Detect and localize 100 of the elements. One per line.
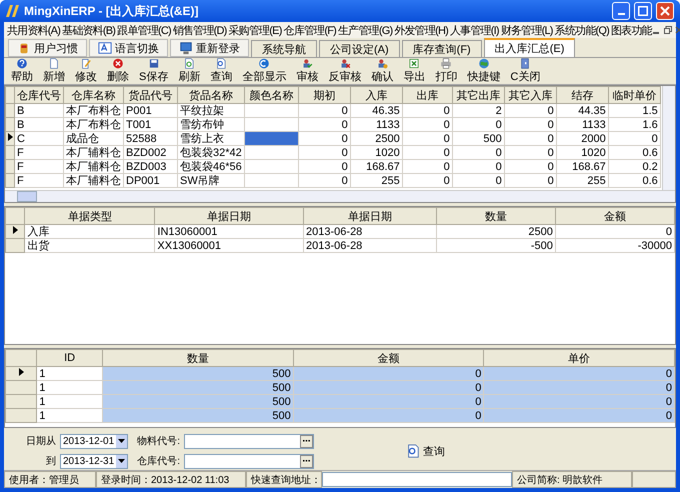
table-cell: 0 bbox=[402, 132, 452, 146]
table-cell: T001 bbox=[124, 118, 178, 132]
table-cell: 1.6 bbox=[608, 118, 660, 132]
showall-button[interactable]: 全部显示 bbox=[237, 58, 292, 84]
column-header[interactable]: 结存 bbox=[556, 86, 608, 104]
language-button[interactable]: 语言切换 bbox=[89, 39, 168, 57]
column-header[interactable]: 其它出库 bbox=[452, 86, 504, 104]
query-button[interactable]: 查询 bbox=[400, 442, 451, 460]
column-header[interactable]: 单据日期 bbox=[304, 208, 436, 224]
tab[interactable]: 公司设定(A) bbox=[319, 40, 400, 57]
column-header[interactable]: 货品代号 bbox=[124, 86, 178, 104]
menu-item[interactable]: 跟单管理(C) bbox=[116, 22, 172, 38]
quick-query-label: 快速查询地址： bbox=[246, 471, 322, 488]
column-header[interactable]: 单据类型 bbox=[24, 208, 155, 224]
menu-item[interactable]: 系统功能(Q) bbox=[554, 22, 610, 38]
table-cell: 52588 bbox=[124, 132, 178, 146]
user-button[interactable]: 用户习惯 bbox=[8, 39, 87, 57]
column-header[interactable]: 入库 bbox=[350, 86, 402, 104]
column-header[interactable]: 数量 bbox=[436, 208, 556, 224]
table-cell: 0 bbox=[484, 408, 674, 422]
minimize-button[interactable] bbox=[612, 2, 630, 20]
column-header[interactable]: 期初 bbox=[298, 86, 350, 104]
table-cell: 0 bbox=[402, 174, 452, 188]
column-header[interactable]: 金额 bbox=[293, 350, 484, 366]
warehouse-code-field[interactable] bbox=[184, 454, 314, 468]
table-cell: 雪纺上衣 bbox=[178, 132, 244, 146]
menu-item[interactable]: 仓库管理(F) bbox=[282, 22, 338, 38]
delete-button[interactable]: 删除 bbox=[102, 58, 134, 84]
column-header[interactable]: 临时单价 bbox=[608, 86, 660, 104]
menu-item[interactable]: 人事管理(I) bbox=[449, 22, 500, 38]
table-cell: 2013-06-28 bbox=[304, 238, 436, 252]
column-header[interactable]: 金额 bbox=[555, 208, 674, 224]
close-button[interactable]: C关闭 bbox=[505, 58, 546, 84]
unapprove-button[interactable]: 反审核 bbox=[323, 58, 366, 84]
column-header[interactable]: 颜色名称 bbox=[244, 86, 298, 104]
ellipsis-button[interactable] bbox=[300, 454, 313, 468]
column-header[interactable]: 出库 bbox=[402, 86, 452, 104]
table-cell: 0 bbox=[504, 146, 556, 160]
menu-item[interactable]: 生产管理(G) bbox=[337, 22, 394, 38]
edit-icon bbox=[79, 58, 93, 69]
ellipsis-button[interactable] bbox=[300, 434, 313, 448]
table-cell: 500 bbox=[102, 366, 294, 380]
help-button[interactable]: 帮助 bbox=[6, 58, 38, 84]
close-button[interactable] bbox=[656, 2, 674, 20]
menu-item[interactable]: 销售管理(D) bbox=[172, 22, 228, 38]
relogin-button[interactable]: 重新登录 bbox=[170, 39, 249, 57]
restore-icon[interactable] bbox=[664, 26, 672, 34]
new-button[interactable]: 新增 bbox=[38, 58, 70, 84]
column-header[interactable]: 其它入库 bbox=[504, 86, 556, 104]
confirm-button[interactable]: 确认 bbox=[366, 58, 398, 84]
table-cell: 2500 bbox=[436, 224, 556, 238]
table-cell: 500 bbox=[102, 408, 294, 422]
date-from-dropdown[interactable]: 2013-12-01 bbox=[60, 434, 128, 448]
table-cell: 1133 bbox=[350, 118, 402, 132]
menu-item[interactable]: 共用资料(A) bbox=[6, 22, 62, 38]
table-cell: 1 bbox=[36, 408, 103, 422]
quick-query-field[interactable] bbox=[322, 472, 512, 487]
table-cell: C bbox=[14, 132, 64, 146]
table-cell: 0 bbox=[293, 408, 484, 422]
print-icon bbox=[439, 58, 454, 69]
column-header[interactable]: 单据日期 bbox=[154, 208, 304, 224]
material-code-field[interactable] bbox=[184, 434, 314, 448]
maximize-button[interactable] bbox=[634, 2, 652, 20]
shortcut-button[interactable]: 快捷键 bbox=[462, 58, 506, 84]
date-from-label: 日期从 bbox=[25, 434, 57, 448]
approve-button[interactable]: 审核 bbox=[291, 58, 324, 84]
date-to-dropdown[interactable]: 2013-12-31 bbox=[60, 454, 128, 468]
menu-item[interactable]: 基础资料(B) bbox=[61, 22, 116, 38]
tab[interactable]: 系统导航 bbox=[251, 40, 317, 57]
menu-item[interactable]: 财务管理(L) bbox=[500, 22, 554, 38]
horizontal-scrollbar[interactable] bbox=[5, 190, 675, 202]
dropdown-arrow-icon bbox=[118, 459, 125, 463]
column-header[interactable]: 货品名称 bbox=[178, 86, 244, 104]
column-header[interactable]: 数量 bbox=[102, 350, 294, 366]
vertical-scrollbar[interactable] bbox=[662, 86, 675, 190]
table-cell: 0 bbox=[504, 160, 556, 174]
save-button[interactable]: S保存 bbox=[134, 58, 174, 84]
table-cell: 本厂布料仓 bbox=[64, 118, 124, 132]
refresh-button[interactable]: 刷新 bbox=[173, 58, 206, 84]
print-button[interactable]: 打印 bbox=[430, 58, 462, 84]
tab[interactable]: 出入库汇总(E) bbox=[484, 38, 576, 57]
export-button[interactable]: 导出 bbox=[398, 58, 430, 84]
table-cell: 0 bbox=[504, 118, 556, 132]
table-cell: 0 bbox=[293, 380, 484, 394]
edit-button[interactable]: 修改 bbox=[70, 58, 102, 84]
column-header[interactable]: 单价 bbox=[484, 350, 674, 366]
table-cell: 1.5 bbox=[608, 104, 660, 118]
table-cell: SW吊牌 bbox=[178, 174, 244, 188]
column-header[interactable]: ID bbox=[36, 350, 103, 366]
menu-item[interactable]: 外发管理(H) bbox=[393, 22, 449, 38]
column-header[interactable]: 仓库名称 bbox=[64, 86, 124, 104]
table-cell: 1 bbox=[36, 366, 103, 380]
menu-item[interactable]: 采购管理(E) bbox=[228, 22, 283, 38]
table-cell: 平纹拉架 bbox=[178, 104, 244, 118]
table-cell: 本厂辅料仓 bbox=[64, 174, 124, 188]
menu-item[interactable]: 图表功能 bbox=[610, 22, 653, 38]
column-header[interactable]: 仓库代号 bbox=[14, 86, 64, 104]
tab[interactable]: 库存查询(F) bbox=[402, 40, 482, 57]
table-cell: -30000 bbox=[555, 238, 674, 252]
query-button[interactable]: 查询 bbox=[205, 58, 238, 84]
